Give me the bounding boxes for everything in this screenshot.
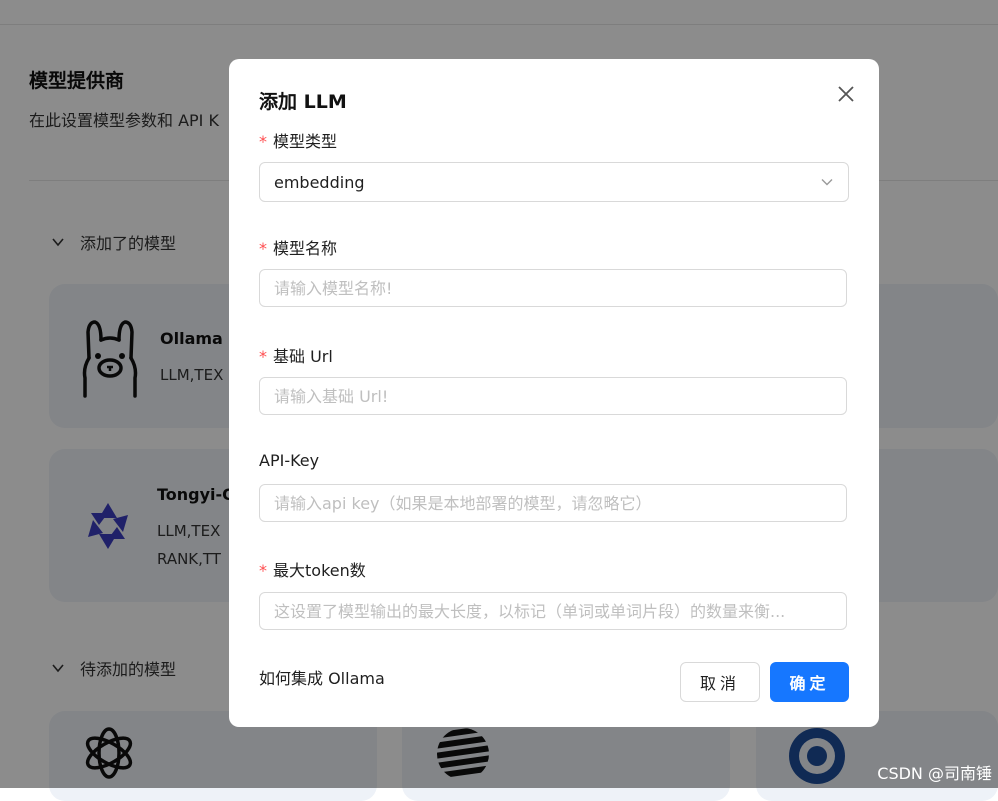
watermark-text: CSDN @司南锤: [877, 764, 992, 783]
model-type-label: * 模型类型: [259, 132, 338, 151]
model-name-label: * 模型名称: [259, 239, 338, 258]
base-url-input[interactable]: [259, 377, 847, 415]
required-marker: *: [259, 132, 267, 151]
add-llm-dialog: 添加 LLM *模型类型 embedding *模型名称 *基础 Url API…: [229, 59, 879, 727]
chevron-down-icon: [821, 179, 833, 186]
required-marker: *: [259, 239, 267, 258]
model-name-input[interactable]: [259, 269, 847, 307]
dialog-title: 添加 LLM: [259, 91, 347, 113]
max-tokens-input[interactable]: [259, 592, 847, 630]
close-icon[interactable]: [835, 83, 857, 105]
api-key-label: API-Key: [259, 451, 320, 470]
model-type-select[interactable]: embedding: [259, 162, 849, 202]
model-type-value: embedding: [274, 172, 365, 192]
required-marker: *: [259, 561, 267, 580]
max-tokens-label: * 最大token数: [259, 561, 366, 580]
required-marker: *: [259, 347, 267, 366]
base-url-label: * 基础 Url: [259, 347, 333, 366]
confirm-button[interactable]: 确定: [770, 662, 849, 702]
cancel-button[interactable]: 取消: [680, 662, 760, 702]
integration-help-link[interactable]: 如何集成 Ollama: [259, 665, 385, 689]
api-key-input[interactable]: [259, 484, 847, 522]
